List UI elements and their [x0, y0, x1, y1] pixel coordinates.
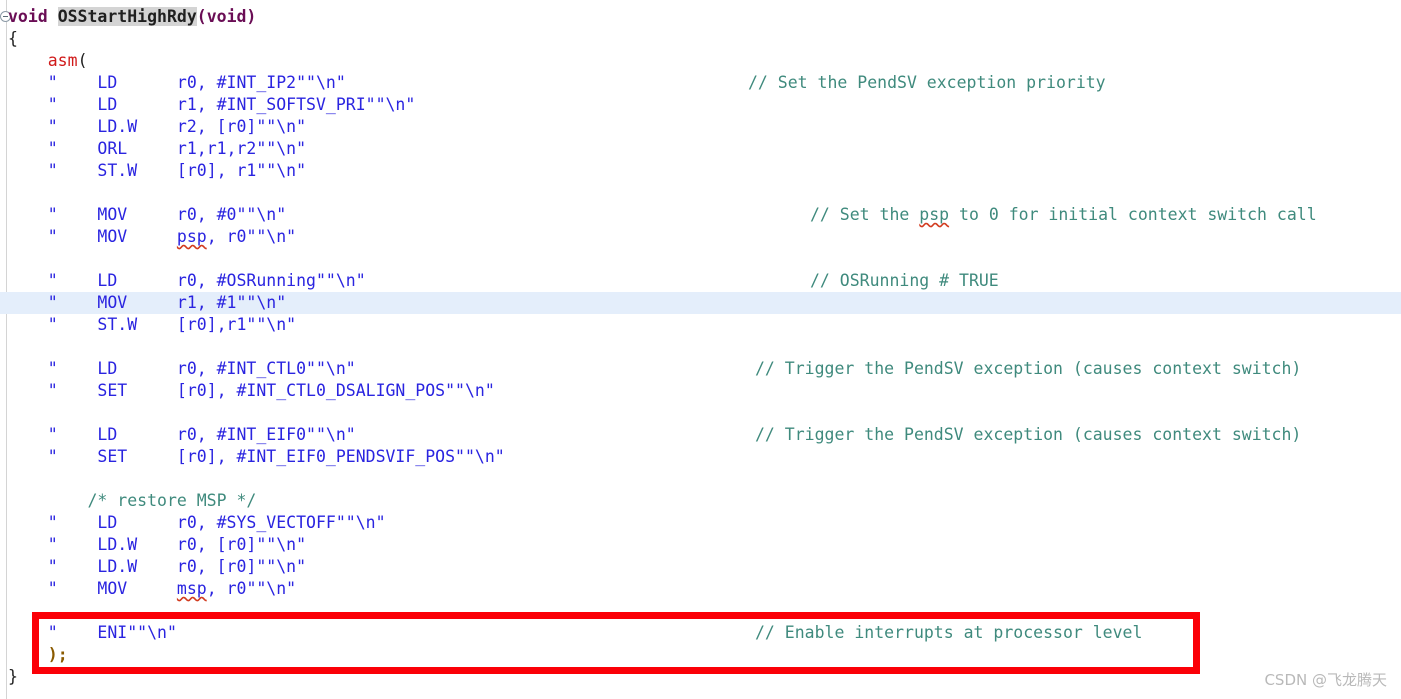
asm-string-literal: " SET [r0], #INT_CTL0_DSALIGN_POS""\n": [47, 381, 495, 400]
csdn-watermark: CSDN @飞龙腾天: [1264, 671, 1387, 689]
code-line[interactable]: " ST.W [r0], r1""\n": [0, 160, 1401, 182]
code-line[interactable]: " LD r0, #INT_IP2""\n" // Set the PendSV …: [0, 72, 1401, 94]
code-line[interactable]: " LD r0, #INT_CTL0""\n" // Trigger the Pe…: [0, 358, 1401, 380]
code-line-blank[interactable]: [0, 336, 1401, 358]
inline-comment: // Enable interrupts at processor level: [755, 623, 1143, 642]
code-line[interactable]: " LD r0, #OSRunning""\n" // OSRunning # T…: [0, 270, 1401, 292]
function-name[interactable]: OSStartHighRdy: [57, 7, 197, 26]
code-line[interactable]: " LD r1, #INT_SOFTSV_PRI""\n": [0, 94, 1401, 116]
code-line-close-brace[interactable]: }: [0, 666, 1401, 688]
keyword-void-return: void: [8, 7, 48, 26]
asm-body[interactable]: " LD r0, #INT_IP2""\n" // Set the PendSV …: [0, 72, 1401, 666]
asm-string-literal: " LD.W r2, [r0]""\n": [47, 117, 307, 136]
asm-string-literal: " MOV r0, #0""\n": [47, 205, 287, 224]
code-line-blank[interactable]: [0, 402, 1401, 424]
code-line[interactable]: " SET [r0], #INT_EIF0_PENDSVIF_POS""\n": [0, 446, 1401, 468]
asm-string-literal: " ST.W [r0],r1""\n": [47, 315, 297, 334]
code-line[interactable]: " ORL r1,r1,r2""\n": [0, 138, 1401, 160]
asm-string-literal: " LD r0, #INT_IP2""\n": [47, 73, 346, 92]
inline-comment: // Trigger the PendSV exception (causes …: [755, 359, 1302, 378]
code-line-blank[interactable]: [0, 248, 1401, 270]
code-line-blank[interactable]: [0, 182, 1401, 204]
code-editor[interactable]: void OSStartHighRdy(void) { asm( " LD r0…: [0, 0, 1401, 699]
code-line-asm-open[interactable]: asm(: [0, 50, 1401, 72]
code-line[interactable]: " LD r0, #INT_EIF0""\n" // Trigger the Pe…: [0, 424, 1401, 446]
code-line-open-brace[interactable]: {: [0, 28, 1401, 50]
code-content[interactable]: void OSStartHighRdy(void) { asm( " LD r0…: [0, 6, 1401, 688]
inline-comment: // Set the psp to 0 for initial context …: [810, 205, 1317, 224]
statement-semicolon: ;: [57, 645, 68, 664]
asm-string-literal: " ORL r1,r1,r2""\n": [47, 139, 307, 158]
code-line[interactable]: " MOV msp, r0""\n": [0, 578, 1401, 600]
code-line-signature[interactable]: void OSStartHighRdy(void): [0, 6, 1401, 28]
asm-string-literal: " SET [r0], #INT_EIF0_PENDSVIF_POS""\n": [47, 447, 505, 466]
code-line[interactable]: " LD.W r2, [r0]""\n": [0, 116, 1401, 138]
asm-string-literal: " LD r1, #INT_SOFTSV_PRI""\n": [47, 95, 416, 114]
asm-string-literal: " LD.W r0, [r0]""\n": [47, 557, 307, 576]
inline-comment: // OSRunning # TRUE: [810, 271, 999, 290]
code-line[interactable]: " LD r0, #SYS_VECTOFF""\n": [0, 512, 1401, 534]
asm-string-literal: " LD r0, #INT_CTL0""\n": [47, 359, 356, 378]
block-comment: /* restore MSP */: [8, 491, 257, 510]
asm-string-literal: " LD r0, #OSRunning""\n": [47, 271, 366, 290]
close-brace: }: [8, 667, 18, 686]
asm-string-literal: " MOV r1, #1""\n": [47, 293, 287, 312]
function-params: (void): [196, 7, 257, 26]
code-line[interactable]: );: [0, 644, 1401, 666]
code-line[interactable]: " LD.W r0, [r0]""\n": [0, 534, 1401, 556]
code-line[interactable]: " MOV r0, #0""\n" // Set the psp to 0 for…: [0, 204, 1401, 226]
inline-comment: // Set the PendSV exception priority: [748, 73, 1106, 92]
code-line-blank[interactable]: [0, 468, 1401, 490]
asm-string-literal: " MOV psp, r0""\n": [47, 227, 297, 246]
asm-string-literal: " MOV msp, r0""\n": [47, 579, 297, 598]
code-line[interactable]: " MOV r1, #1""\n": [0, 292, 1401, 314]
code-line[interactable]: " ENI""\n" // Enable interrupts at proces…: [0, 622, 1401, 644]
code-line[interactable]: " MOV psp, r0""\n": [0, 226, 1401, 248]
asm-string-literal: " ST.W [r0], r1""\n": [47, 161, 307, 180]
asm-string-literal: " ENI""\n": [47, 623, 177, 642]
open-brace: {: [8, 29, 18, 48]
asm-open-paren: (: [77, 51, 88, 70]
code-line[interactable]: /* restore MSP */: [0, 490, 1401, 512]
code-line-blank[interactable]: [0, 600, 1401, 622]
asm-string-literal: " LD r0, #INT_EIF0""\n": [47, 425, 356, 444]
code-line[interactable]: " LD.W r0, [r0]""\n": [0, 556, 1401, 578]
asm-string-literal: " LD.W r0, [r0]""\n": [47, 535, 307, 554]
code-line[interactable]: " ST.W [r0],r1""\n": [0, 314, 1401, 336]
asm-close-paren: ): [47, 645, 58, 664]
code-line[interactable]: " SET [r0], #INT_CTL0_DSALIGN_POS""\n": [0, 380, 1401, 402]
asm-string-literal: " LD r0, #SYS_VECTOFF""\n": [47, 513, 386, 532]
asm-keyword: asm: [47, 51, 78, 70]
inline-comment: // Trigger the PendSV exception (causes …: [755, 425, 1302, 444]
